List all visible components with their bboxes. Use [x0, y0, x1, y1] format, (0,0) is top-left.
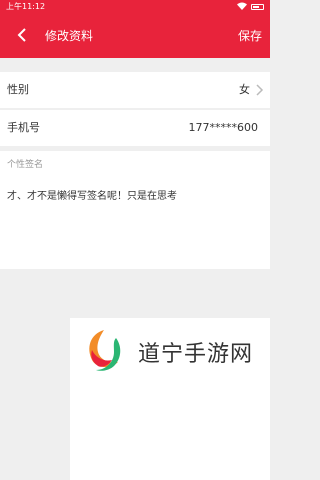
status-bar: 上午11:12: [0, 0, 270, 14]
gender-value: 女: [239, 83, 250, 96]
phone-value: 177*****600: [188, 121, 259, 134]
watermark-logo-icon: [80, 326, 128, 374]
watermark-text: 道宁手游网: [138, 342, 254, 367]
wifi-icon: [237, 2, 247, 12]
phone-label: 手机号: [7, 121, 40, 134]
signature-section[interactable]: 个性签名 才、才不是懒得写签名呢！只是在思考: [0, 151, 270, 269]
status-time: 上午11:12: [6, 2, 46, 11]
header: 修改资料 保存: [0, 14, 270, 58]
chevron-left-icon: [17, 27, 27, 46]
watermark: 道宁手游网: [70, 318, 270, 480]
gender-label: 性别: [7, 83, 29, 96]
gender-row[interactable]: 性别 女: [0, 72, 270, 108]
chevron-right-icon: [254, 84, 264, 96]
signature-label: 个性签名: [7, 160, 44, 170]
status-icons: [237, 2, 264, 12]
battery-icon: [251, 4, 264, 10]
page-title: 修改资料: [45, 29, 94, 43]
save-button[interactable]: 保存: [238, 14, 262, 58]
signature-text[interactable]: 才、才不是懒得写签名呢！只是在思考: [7, 187, 177, 202]
back-button[interactable]: [8, 22, 36, 50]
phone-row[interactable]: 手机号 177*****600: [0, 110, 270, 146]
